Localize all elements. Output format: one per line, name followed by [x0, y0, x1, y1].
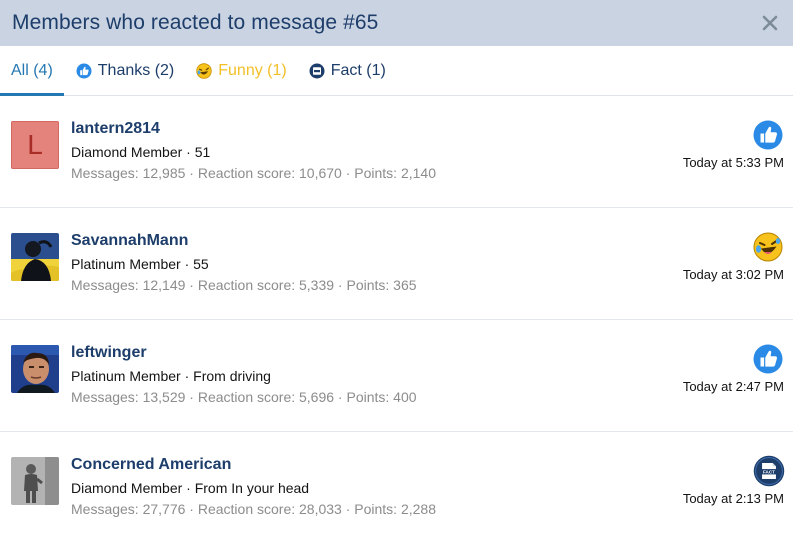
- close-button[interactable]: [759, 10, 781, 36]
- avatar-image: [11, 233, 59, 281]
- avatar-image: [11, 345, 59, 393]
- thumbs-up-icon: [76, 63, 92, 78]
- tab-fact-label: Fact (1): [330, 61, 386, 79]
- member-list: L lantern2814 Diamond Member · 51 Messag…: [0, 96, 793, 542]
- laughing-emoji-icon: [196, 62, 212, 79]
- dialog-title: Members who reacted to message #65: [12, 11, 379, 34]
- tab-all[interactable]: All (4): [0, 46, 64, 96]
- member-title: Platinum Member · 55: [71, 256, 209, 272]
- member-stats: Messages: 12,985 · Reaction score: 10,67…: [71, 165, 436, 181]
- reaction-time: Today at 3:02 PM: [682, 267, 784, 282]
- member-row: leftwinger Platinum Member · From drivin…: [0, 320, 793, 432]
- tab-funny-label: Funny (1): [218, 61, 287, 79]
- tab-thanks[interactable]: Thanks (2): [64, 46, 185, 95]
- avatar[interactable]: [11, 345, 59, 393]
- member-row: SavannahMann Platinum Member · 55 Messag…: [0, 208, 793, 320]
- reaction-time: Today at 5:33 PM: [682, 155, 784, 170]
- laughing-emoji-icon: [753, 232, 783, 262]
- member-username[interactable]: Concerned American: [71, 456, 231, 474]
- thumbs-up-icon: [753, 344, 783, 374]
- reaction-tabs: All (4) Thanks (2) Funny (1) Fact (1): [0, 46, 793, 96]
- avatar[interactable]: [11, 457, 59, 505]
- member-row: L lantern2814 Diamond Member · 51 Messag…: [0, 96, 793, 208]
- avatar-image: [11, 457, 59, 505]
- fact-badge-icon: [309, 63, 325, 78]
- tab-all-label: All (4): [11, 61, 53, 79]
- member-username[interactable]: SavannahMann: [71, 232, 188, 250]
- thumbs-up-icon: [753, 120, 783, 150]
- fact-badge-icon: FACT: [753, 455, 785, 487]
- svg-text:FACT: FACT: [763, 469, 775, 474]
- member-stats: Messages: 27,776 · Reaction score: 28,03…: [71, 501, 436, 517]
- dialog-header: Members who reacted to message #65: [0, 0, 793, 46]
- member-username[interactable]: lantern2814: [71, 120, 160, 138]
- member-stats: Messages: 12,149 · Reaction score: 5,339…: [71, 277, 417, 293]
- member-username[interactable]: leftwinger: [71, 344, 147, 362]
- tab-thanks-label: Thanks (2): [97, 61, 175, 79]
- member-title: Platinum Member · From driving: [71, 368, 271, 384]
- member-title: Diamond Member · From In your head: [71, 480, 310, 496]
- tab-fact[interactable]: Fact (1): [298, 46, 397, 95]
- reaction-time: Today at 2:13 PM: [682, 491, 784, 506]
- member-stats: Messages: 13,529 · Reaction score: 5,696…: [71, 389, 417, 405]
- avatar[interactable]: [11, 233, 59, 281]
- member-row: Concerned American Diamond Member · From…: [0, 432, 793, 542]
- reaction-time: Today at 2:47 PM: [682, 379, 784, 394]
- avatar-letter: L: [11, 121, 59, 169]
- avatar[interactable]: L: [11, 121, 59, 169]
- member-title: Diamond Member · 51: [71, 144, 211, 160]
- tab-funny[interactable]: Funny (1): [185, 46, 297, 95]
- close-icon[interactable]: [762, 15, 778, 31]
